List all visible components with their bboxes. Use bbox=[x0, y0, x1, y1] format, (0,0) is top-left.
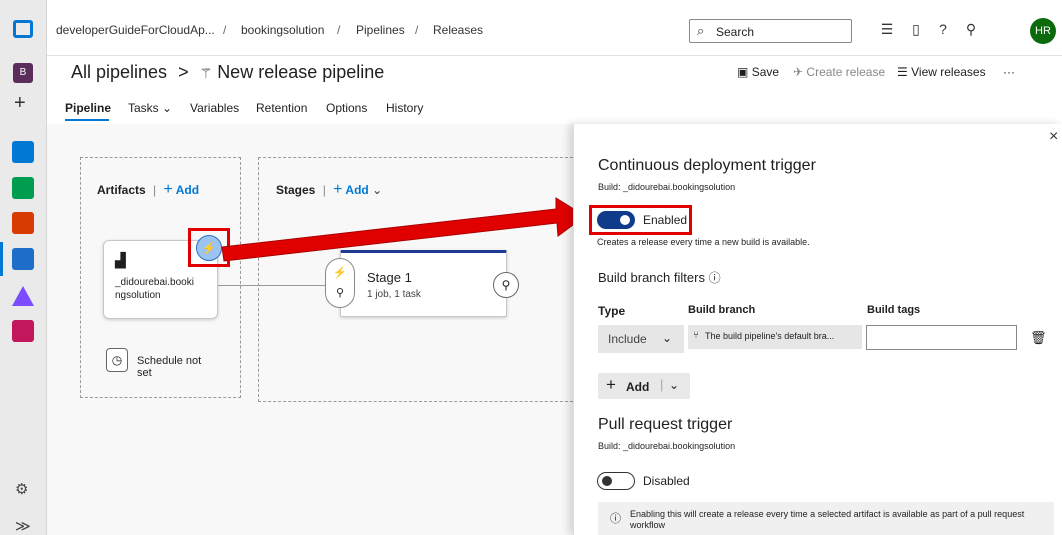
plus-icon: + bbox=[606, 375, 616, 394]
type-dropdown[interactable]: Include ⌄ bbox=[598, 325, 684, 353]
branch-value: The build pipeline's default bra... bbox=[705, 331, 835, 341]
pr-trigger-toggle[interactable] bbox=[597, 472, 635, 490]
chevron-down-icon: ⌄ bbox=[669, 378, 680, 392]
add-filter-button[interactable]: + Add | ⌄ bbox=[598, 373, 690, 399]
filters-title: Build branch filters ⓘ bbox=[598, 270, 721, 285]
delete-icon[interactable]: 🗑 bbox=[1030, 330, 1047, 346]
pr-trigger-title: Pull request trigger bbox=[598, 416, 733, 433]
cd-build-source: Build: _didourebai.bookingsolution bbox=[598, 182, 736, 192]
build-tags-input[interactable] bbox=[866, 325, 1017, 350]
info-icon[interactable]: ⓘ bbox=[709, 271, 721, 285]
info-icon: ⓘ bbox=[610, 513, 621, 525]
pr-build-source: Build: _didourebai.bookingsolution bbox=[598, 441, 736, 451]
add-filter-label: Add bbox=[626, 380, 650, 394]
col-build-tags: Build tags bbox=[867, 304, 921, 316]
pr-info-banner: ⓘ Enabling this will create a release ev… bbox=[598, 502, 1054, 535]
type-value: Include bbox=[608, 332, 647, 346]
col-type: Type bbox=[598, 304, 626, 318]
col-build-branch: Build branch bbox=[688, 304, 756, 316]
branch-selector[interactable]: ⑂ The build pipeline's default bra... bbox=[688, 325, 862, 349]
enabled-highlight-box bbox=[589, 205, 692, 235]
pr-info-text: Enabling this will create a release ever… bbox=[630, 509, 1025, 530]
cd-trigger-title: Continuous deployment trigger bbox=[598, 157, 816, 174]
pr-toggle-label: Disabled bbox=[643, 474, 690, 488]
branch-icon: ⑂ bbox=[693, 330, 699, 341]
close-icon[interactable]: × bbox=[1049, 128, 1058, 146]
chevron-down-icon: ⌄ bbox=[662, 331, 673, 345]
cd-description: Creates a release every time a new build… bbox=[597, 237, 810, 247]
